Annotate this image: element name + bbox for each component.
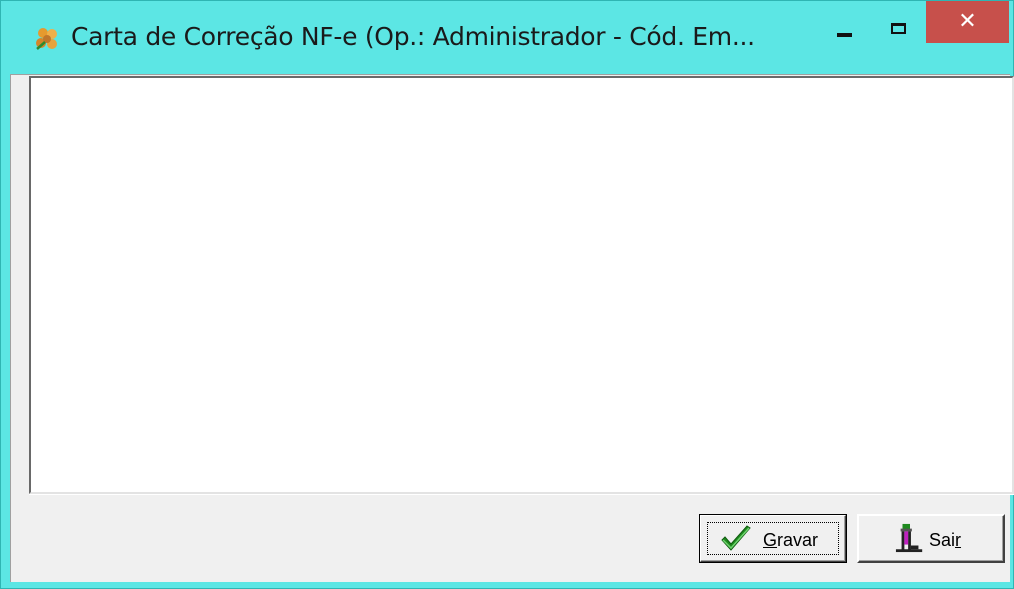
sair-button[interactable]: Sair (857, 514, 1005, 563)
gravar-button[interactable]: Gravar (699, 514, 847, 563)
gravar-label-rest: ravar (777, 530, 819, 550)
app-window: Carta de Correção NF-e (Op.: Administrad… (0, 0, 1014, 589)
checkmark-icon (721, 525, 751, 551)
minimize-icon (837, 33, 852, 37)
title-bar[interactable]: Carta de Correção NF-e (Op.: Administrad… (1, 1, 1013, 73)
window-title: Carta de Correção NF-e (Op.: Administrad… (71, 22, 755, 51)
exit-door-icon (895, 523, 923, 553)
sair-label: Sair (929, 529, 961, 551)
correction-text-area[interactable] (29, 76, 1014, 494)
close-button[interactable]: ✕ (926, 1, 1009, 43)
maximize-button[interactable] (873, 1, 925, 43)
app-logo-icon (36, 28, 57, 50)
sair-label-mnemonic: r (955, 530, 962, 550)
divider (29, 494, 1014, 495)
sair-label-prefix: Sai (929, 530, 956, 550)
maximize-icon (891, 23, 906, 34)
gravar-label-mnemonic: G (763, 530, 778, 550)
gravar-label: Gravar (763, 529, 818, 551)
minimize-button[interactable] (821, 1, 867, 43)
close-icon: ✕ (958, 9, 977, 34)
client-area: Gravar Sair (10, 74, 1014, 582)
